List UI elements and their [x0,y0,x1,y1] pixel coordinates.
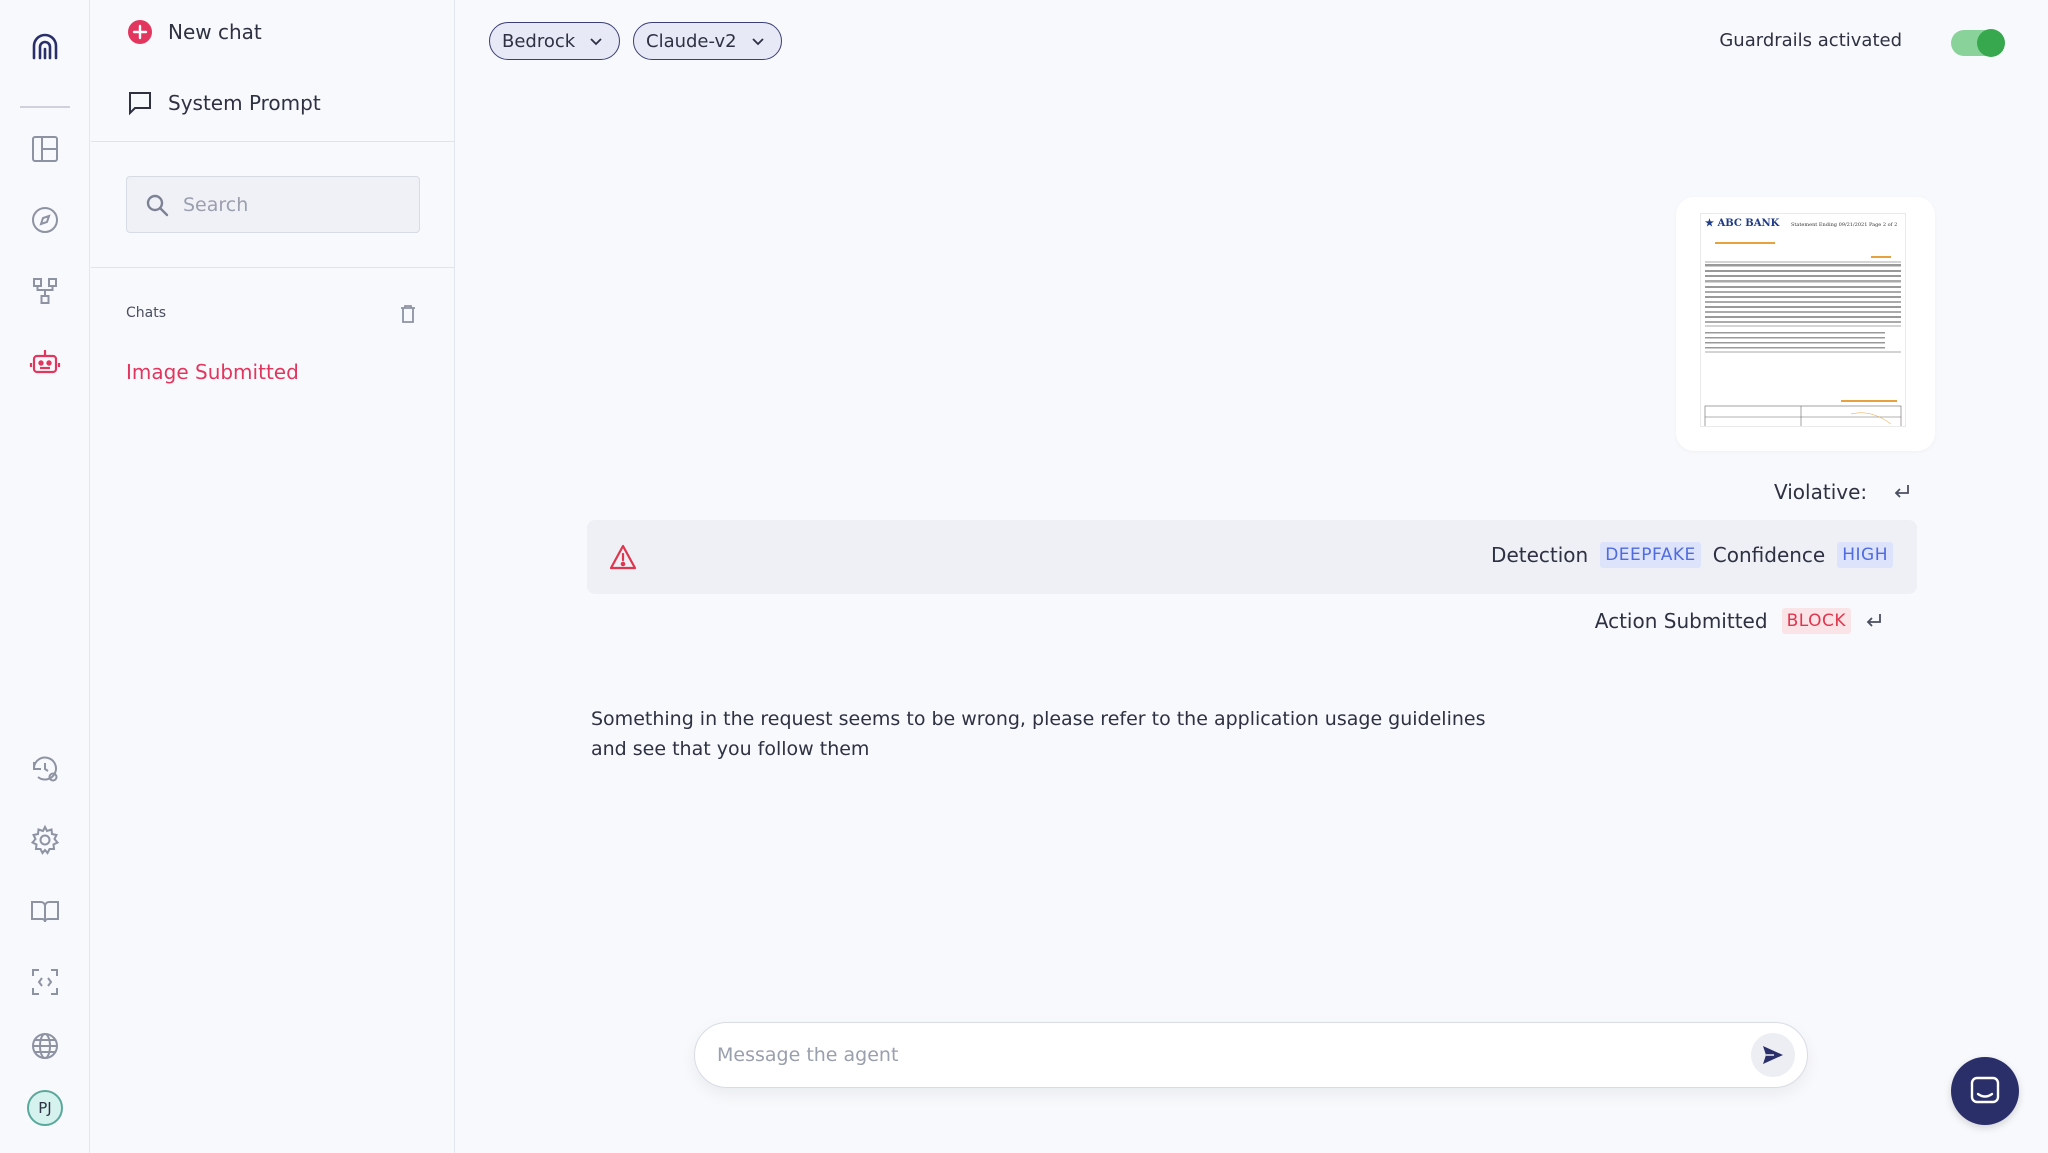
search-icon [146,194,169,216]
chevron-down-icon [590,38,602,46]
send-button[interactable] [1751,1033,1795,1077]
model-dropdown[interactable]: Claude-v2 [633,22,782,60]
action-label: Action Submitted [1594,609,1768,633]
agent-response: Something in the request seems to be wro… [591,708,1486,760]
submitted-image-card[interactable]: ★ ABC BANK Statement Ending 09/21/2021 P… [1676,197,1935,451]
globe-icon[interactable] [25,1026,65,1066]
model-value: Claude-v2 [646,30,737,52]
compass-icon[interactable] [25,200,65,240]
system-prompt-button[interactable]: System Prompt [126,89,321,117]
provider-dropdown[interactable]: Bedrock [489,22,621,60]
statement-table-graphic [1704,242,1902,426]
settings-icon[interactable] [25,820,65,860]
plus-circle-icon [128,20,152,44]
action-row: Action Submitted BLOCK [1595,608,1883,634]
detection-badge: DEEPFAKE [1600,542,1701,568]
chat-bubble-icon [1970,1076,2000,1104]
divider [91,267,455,268]
detection-result-card: Detection DEEPFAKE Confidence HIGH [587,520,1917,594]
send-icon [1763,1046,1783,1064]
history-settings-icon[interactable] [25,749,65,789]
return-icon[interactable] [1865,612,1883,630]
provider-value: Bedrock [502,30,576,52]
bank-statement-thumbnail: ★ ABC BANK Statement Ending 09/21/2021 P… [1700,213,1906,427]
guardrails-label: Guardrails activated [1719,30,1902,51]
message-composer [694,1022,1808,1088]
avatar[interactable]: PJ [27,1090,63,1126]
rail-divider [20,106,70,108]
detection-label: Detection [1491,543,1589,567]
confidence-badge: HIGH [1837,542,1893,568]
new-chat-label: New chat [168,20,262,44]
message-square-icon [129,92,151,116]
book-icon[interactable] [25,891,65,931]
robot-icon[interactable] [25,342,65,382]
search-box [126,176,420,233]
icon-rail: PJ [0,0,90,1153]
toggle-knob [1977,29,2005,57]
system-prompt-label: System Prompt [168,91,321,115]
chevron-down-icon [751,38,764,46]
layout-icon[interactable] [25,129,65,169]
chats-heading: Chats [126,305,167,321]
detection-details: Detection DEEPFAKE Confidence HIGH [1491,542,1893,568]
confidence-label: Confidence [1712,543,1826,567]
violative-label: Violative: [1774,480,1868,504]
search-input[interactable] [183,193,403,216]
guardrails-toggle[interactable] [1951,29,2005,57]
chat-sidebar: New chat System Prompt Chats Image Submi… [91,0,455,1153]
action-badge: BLOCK [1781,608,1851,634]
violative-row: Violative: [1774,480,1911,504]
avatar-initials: PJ [38,1099,52,1117]
support-chat-button[interactable] [1951,1057,2019,1125]
divider [91,141,455,142]
scan-code-icon[interactable] [25,962,65,1002]
message-input[interactable] [717,1044,1751,1066]
logo-icon[interactable] [25,26,65,66]
return-icon[interactable] [1893,483,1911,501]
workflow-icon[interactable] [25,271,65,311]
trash-icon[interactable] [397,303,419,325]
chat-item-image-submitted[interactable]: Image Submitted [126,360,299,384]
new-chat-button[interactable]: New chat [126,18,262,46]
warning-icon [609,544,637,570]
